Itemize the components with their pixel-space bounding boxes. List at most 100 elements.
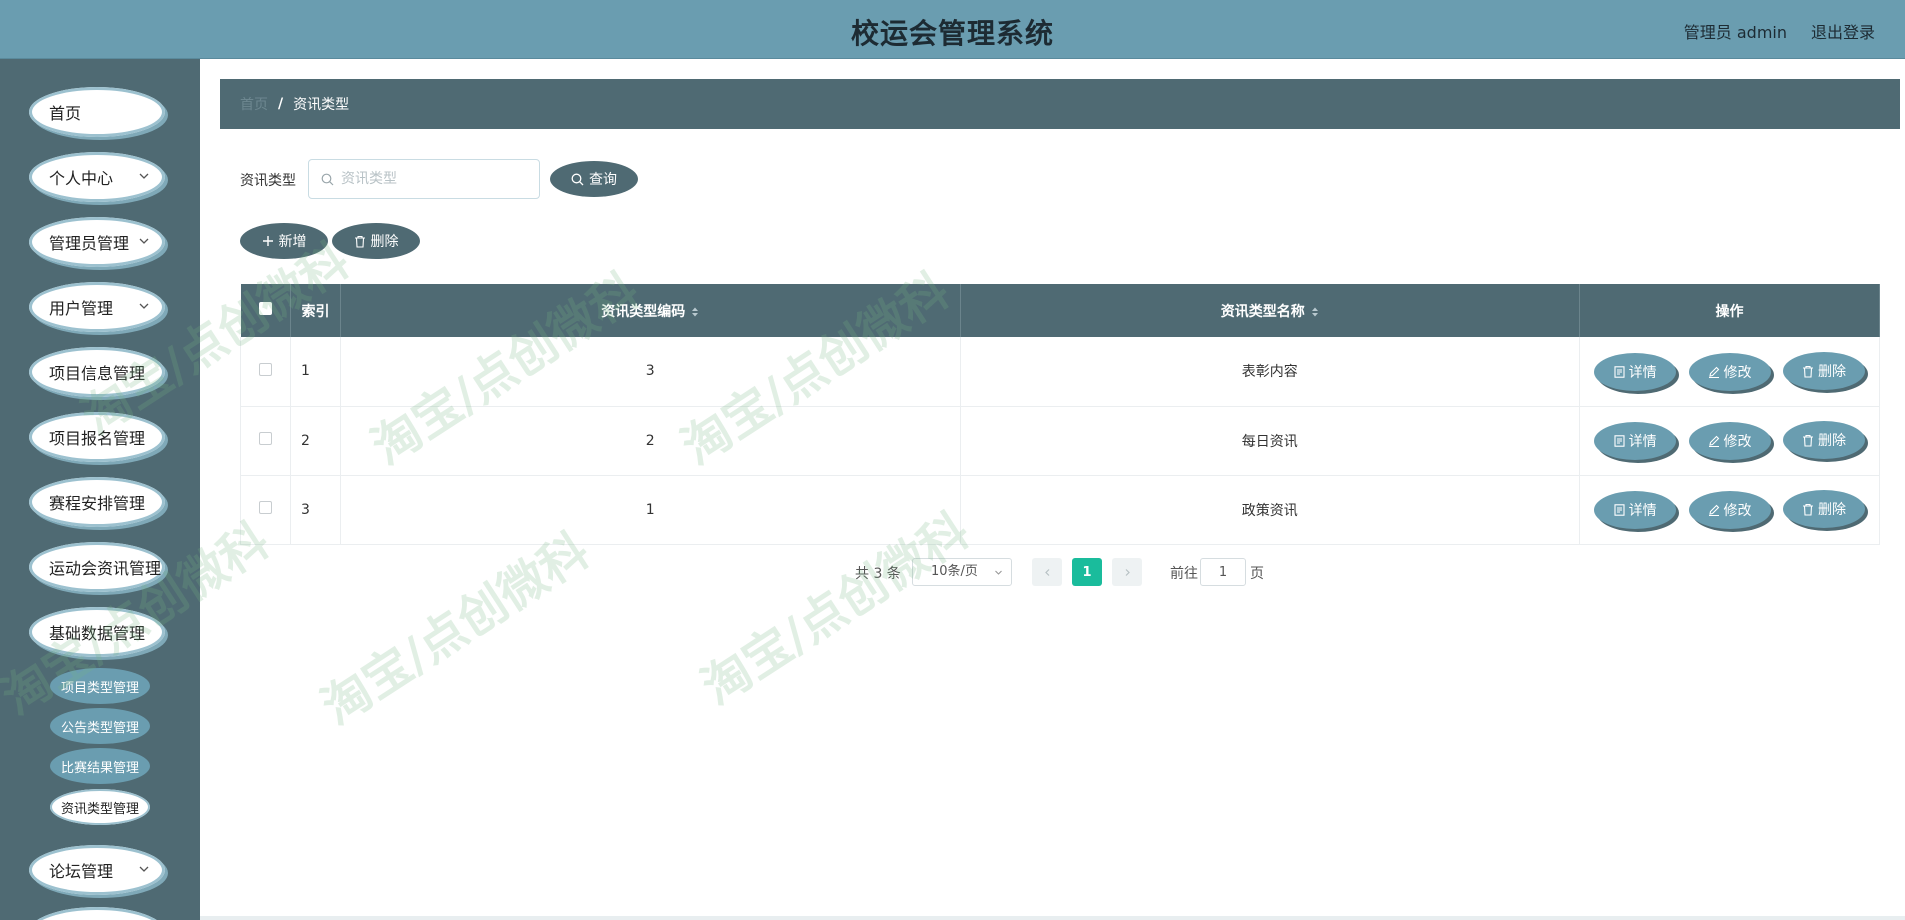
trash-icon [1803, 503, 1813, 516]
goto-suffix: 页 [1250, 566, 1264, 582]
sidebar-item-label: 管理员管理 [49, 234, 130, 253]
sidebar-item-schedule[interactable]: 赛程安排管理 [29, 477, 165, 527]
chevron-down-icon [995, 570, 1002, 575]
table-row: 3 1 政策资讯 详情 修改 删除 [240, 475, 1880, 545]
document-icon [1614, 435, 1625, 447]
edit-icon [1708, 504, 1719, 516]
current-user: 管理员 admin [1683, 23, 1787, 42]
row-name: 政策资讯 [960, 475, 1581, 545]
column-header-name[interactable]: 资讯类型名称 [960, 284, 1581, 337]
data-table: 索引 资讯类型编码 资讯类型名称 操作 1 3 表彰内容 详情 修改 删除 2 … [240, 284, 1880, 545]
detail-button-label: 详情 [1628, 502, 1657, 519]
breadcrumb: 首页 / 资讯类型 [220, 79, 1900, 129]
trash-icon [354, 235, 365, 248]
search-button[interactable]: 查询 [550, 161, 638, 197]
sidebar-item-label: 个人中心 [49, 169, 114, 188]
delete-button[interactable]: 删除 [1783, 421, 1865, 460]
search-input[interactable] [341, 168, 531, 190]
sidebar-item-registrations[interactable]: 项目报名管理 [29, 412, 165, 462]
column-header-actions: 操作 [1579, 284, 1880, 337]
sidebar-subitem-notice-types[interactable]: 公告类型管理 [50, 708, 150, 744]
table-header-row: 索引 资讯类型编码 资讯类型名称 操作 [240, 284, 1880, 337]
column-header-code[interactable]: 资讯类型编码 [340, 284, 961, 337]
prev-page-button[interactable] [1032, 558, 1062, 586]
row-index: 1 [290, 337, 341, 407]
sort-icon[interactable] [691, 306, 699, 318]
delete-button-label: 删除 [1818, 433, 1846, 450]
select-all-checkbox[interactable] [258, 302, 272, 315]
edit-button-label: 修改 [1723, 364, 1752, 381]
chevron-down-icon [139, 238, 149, 244]
chevron-left-icon [1044, 568, 1049, 576]
watermark: 淘宝/点创微科 [312, 522, 599, 736]
edit-button[interactable]: 修改 [1688, 490, 1771, 529]
row-actions: 详情 修改 删除 [1579, 406, 1880, 476]
edit-button[interactable]: 修改 [1688, 352, 1771, 391]
logout-link[interactable]: 退出登录 [1811, 19, 1875, 43]
sidebar-subitem-results[interactable]: 比赛结果管理 [50, 748, 150, 784]
row-select-cell [240, 337, 291, 407]
column-header-name-label: 资讯类型名称 [1220, 303, 1305, 320]
row-actions: 详情 修改 删除 [1579, 475, 1880, 545]
select-all-cell [240, 284, 291, 337]
sidebar-item-label: 首页 [49, 104, 82, 123]
detail-button[interactable]: 详情 [1594, 352, 1677, 391]
row-checkbox[interactable] [258, 501, 272, 514]
document-icon [1614, 504, 1625, 516]
footer-divider [200, 916, 1905, 920]
sidebar-item-forum[interactable]: 论坛管理 [29, 845, 165, 895]
chevron-right-icon [1125, 568, 1130, 576]
detail-button-label: 详情 [1628, 433, 1657, 450]
sort-icon[interactable] [1311, 306, 1319, 318]
sidebar-item-label: 运动会资讯管理 [49, 559, 162, 578]
detail-button[interactable]: 详情 [1594, 490, 1677, 529]
detail-button[interactable]: 详情 [1594, 421, 1677, 460]
chevron-down-icon [139, 173, 149, 179]
row-name: 表彰内容 [960, 337, 1581, 407]
search-icon [321, 173, 334, 186]
sidebar-item-basic-data[interactable]: 基础数据管理 [29, 607, 165, 657]
add-button[interactable]: 新增 [240, 223, 328, 259]
sidebar-item-more[interactable] [29, 907, 165, 920]
next-page-button[interactable] [1112, 558, 1142, 586]
sidebar-item-admins[interactable]: 管理员管理 [29, 217, 165, 267]
add-button-label: 新增 [278, 234, 307, 250]
sidebar-item-label: 项目报名管理 [49, 429, 146, 448]
bulk-delete-button[interactable]: 删除 [332, 223, 420, 259]
goto-page-input[interactable] [1200, 558, 1246, 586]
table-row: 2 2 每日资讯 详情 修改 删除 [240, 406, 1880, 476]
delete-button[interactable]: 删除 [1783, 352, 1865, 390]
edit-button[interactable]: 修改 [1688, 421, 1771, 460]
delete-button[interactable]: 删除 [1783, 490, 1865, 529]
column-header-index: 索引 [290, 284, 341, 337]
sidebar-item-label: 项目信息管理 [49, 364, 146, 383]
page-size-value: 10条/页 [931, 564, 978, 579]
row-checkbox[interactable] [258, 362, 272, 376]
sidebar-item-projects[interactable]: 项目信息管理 [29, 347, 165, 397]
page-number-1[interactable]: 1 [1072, 558, 1102, 586]
delete-button-label: 删除 [1818, 502, 1846, 519]
search-field[interactable] [308, 159, 540, 199]
row-select-cell [240, 406, 291, 476]
sidebar-subitem-project-types[interactable]: 项目类型管理 [50, 668, 150, 704]
detail-button-label: 详情 [1628, 364, 1657, 381]
row-select-cell [240, 475, 291, 545]
sidebar-item-home[interactable]: 首页 [29, 87, 165, 137]
sidebar-item-news[interactable]: 运动会资讯管理 [29, 542, 165, 592]
sidebar-subitem-news-types[interactable]: 资讯类型管理 [50, 789, 150, 825]
goto-prefix: 前往 [1170, 566, 1198, 582]
table-row: 1 3 表彰内容 详情 修改 删除 [240, 337, 1880, 407]
app-title: 校运会管理系统 [850, 17, 1054, 50]
edit-icon [1708, 435, 1719, 447]
sidebar-item-profile[interactable]: 个人中心 [29, 152, 165, 202]
row-checkbox[interactable] [258, 432, 272, 445]
page-size-select[interactable]: 10条/页 [912, 558, 1012, 586]
edit-button-label: 修改 [1723, 502, 1752, 519]
row-code: 2 [340, 406, 961, 476]
top-header: 校运会管理系统 管理员 admin 退出登录 [0, 0, 1905, 59]
search-icon [571, 173, 584, 185]
breadcrumb-home[interactable]: 首页 [240, 94, 268, 114]
sidebar: 首页 个人中心 管理员管理 用户管理 项目信息管理 项目报名管理 赛程安排管理 … [0, 59, 200, 920]
sidebar-item-users[interactable]: 用户管理 [29, 282, 165, 332]
trash-icon [1803, 434, 1813, 447]
